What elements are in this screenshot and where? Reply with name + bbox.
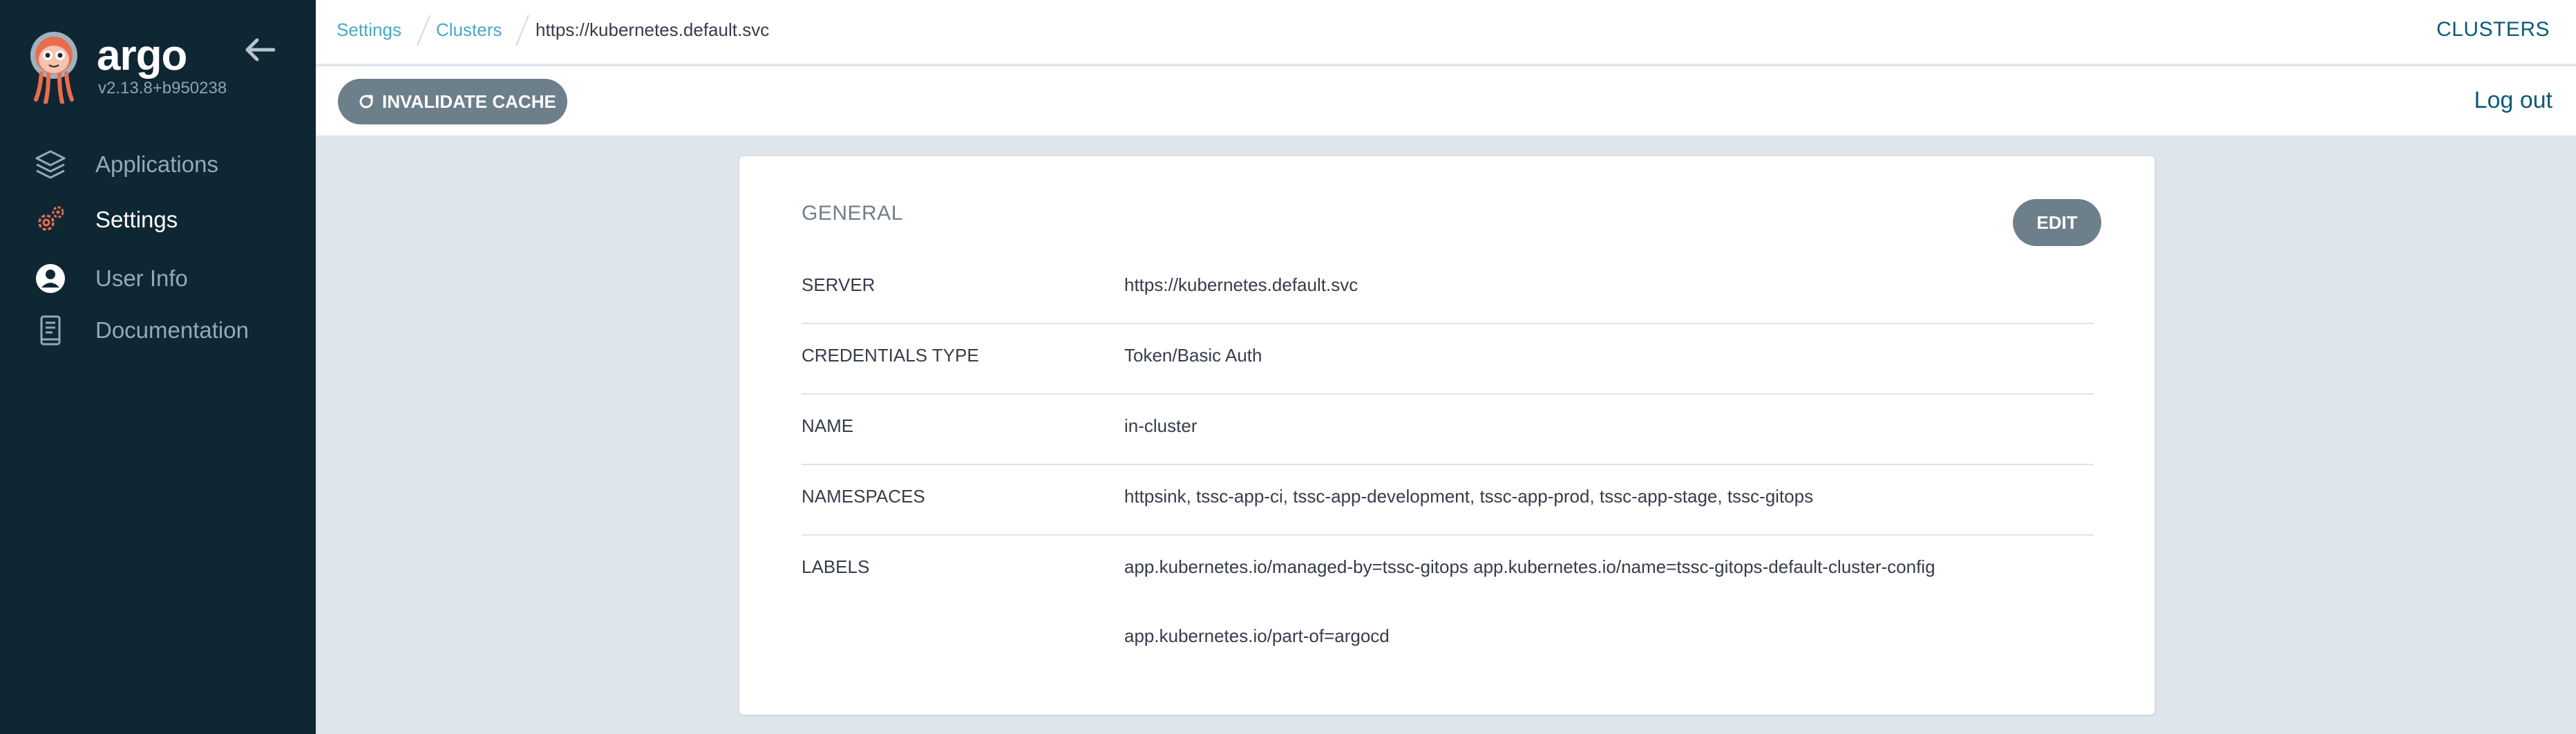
label-entry: app.kubernetes.io/part-of=argocd [1124, 625, 1390, 646]
general-card: GENERAL EDIT SERVER https://kubernetes.d… [739, 156, 2154, 715]
field-value: in-cluster [1124, 415, 1197, 436]
field-row-credentials-type: CREDENTIALS TYPE Token/Basic Auth [802, 324, 2094, 395]
sidebar-item-documentation[interactable]: Documentation [0, 306, 316, 355]
field-key: NAME [802, 415, 854, 436]
refresh-icon [359, 95, 373, 109]
field-key: LABELS [802, 556, 870, 577]
argo-logo [30, 32, 77, 104]
breadcrumb-clusters[interactable]: Clusters [436, 19, 502, 40]
sidebar-item-label: User Info [95, 265, 188, 291]
user-circle-icon [33, 261, 68, 296]
sidebar-item-label: Applications [95, 151, 218, 177]
collapse-sidebar-arrow-icon[interactable] [245, 37, 275, 62]
top-bar: Settings Clusters https://kubernetes.def… [316, 0, 2576, 65]
field-row-name: NAME in-cluster [802, 395, 2094, 465]
breadcrumb-separator [515, 15, 529, 46]
version-label: v2.13.8+b950238 [98, 79, 227, 97]
label-entry: app.kubernetes.io/managed-by=tssc-gitops… [1124, 556, 1935, 577]
field-key: CREDENTIALS TYPE [802, 345, 979, 366]
invalidate-cache-button[interactable]: INVALIDATE CACHE [338, 79, 567, 124]
gears-icon [33, 203, 68, 237]
stack-icon [33, 147, 68, 182]
sidebar-item-user-info[interactable]: User Info [0, 254, 316, 303]
breadcrumb-current: https://kubernetes.default.svc [536, 19, 770, 40]
breadcrumb-separator [417, 15, 430, 46]
sidebar-item-settings[interactable]: Settings [0, 196, 316, 244]
sidebar-item-applications[interactable]: Applications [0, 140, 316, 189]
field-value: https://kubernetes.default.svc [1124, 274, 1358, 295]
brand-name: argo [97, 32, 187, 79]
field-row-labels: LABELS app.kubernetes.io/managed-by=tssc… [802, 536, 2094, 674]
field-value: Token/Basic Auth [1124, 345, 1262, 366]
sidebar: argo v2.13.8+b950238 Applications Settin… [0, 0, 316, 734]
field-key: SERVER [802, 274, 875, 295]
field-row-namespaces: NAMESPACES httpsink, tssc-app-ci, tssc-a… [802, 465, 2094, 536]
invalidate-cache-label: INVALIDATE CACHE [382, 91, 556, 112]
sidebar-item-label: Documentation [95, 317, 249, 343]
field-row-server: SERVER https://kubernetes.default.svc [802, 254, 2094, 324]
sidebar-item-label: Settings [95, 207, 178, 232]
edit-button[interactable]: EDIT [2013, 199, 2101, 246]
breadcrumb-settings[interactable]: Settings [337, 19, 401, 40]
page-title: CLUSTERS [2436, 18, 2550, 41]
toolbar: INVALIDATE CACHE Log out [316, 66, 2576, 137]
field-key: NAMESPACES [802, 486, 925, 507]
book-icon [33, 313, 68, 348]
card-title: GENERAL [802, 202, 903, 225]
field-value: httpsink, tssc-app-ci, tssc-app-developm… [1124, 486, 1814, 507]
logout-link[interactable]: Log out [2474, 87, 2553, 114]
